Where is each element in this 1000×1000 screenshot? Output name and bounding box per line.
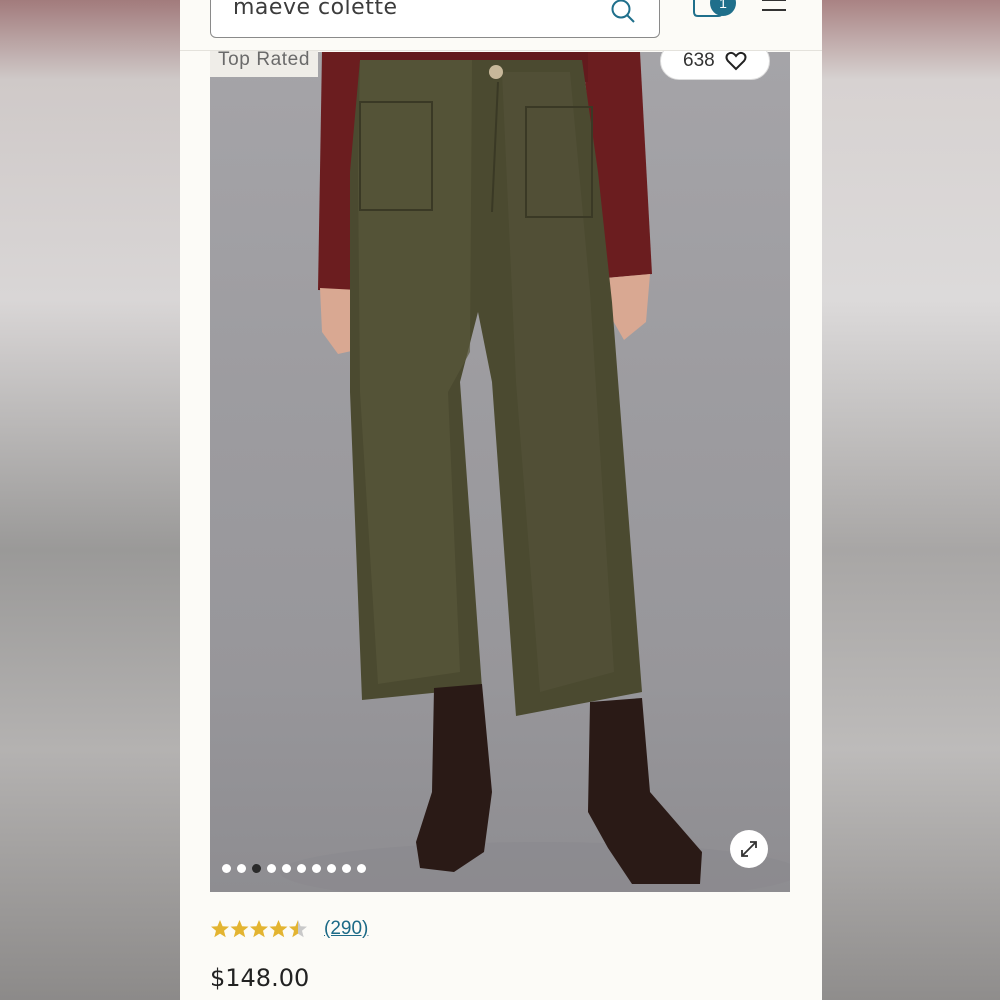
- carousel-dot[interactable]: [222, 864, 231, 873]
- star-icon: [250, 920, 268, 938]
- star-rating: [211, 920, 307, 938]
- background-left: [0, 0, 180, 1000]
- star-icon: [211, 920, 229, 938]
- product-photo: [280, 52, 790, 892]
- carousel-dot[interactable]: [327, 864, 336, 873]
- star-icon: [269, 920, 288, 938]
- carousel-dot[interactable]: [282, 864, 291, 873]
- carousel-dot[interactable]: [267, 864, 276, 873]
- product-price: $148.00: [210, 964, 310, 992]
- search-input-value: maeve colette: [233, 0, 398, 20]
- reviews-link[interactable]: (290): [324, 918, 368, 940]
- mobile-page: maeve colette 1 Top Rated 638 (290) $148…: [180, 0, 822, 1000]
- carousel-dot[interactable]: [237, 864, 246, 873]
- menu-icon[interactable]: [762, 0, 786, 14]
- carousel-dot[interactable]: [312, 864, 321, 873]
- background-right: [822, 0, 1000, 1000]
- image-carousel-dots[interactable]: [222, 864, 366, 873]
- star-icon: [230, 920, 249, 938]
- carousel-dot[interactable]: [297, 864, 306, 873]
- expand-icon: [741, 841, 757, 857]
- product-image[interactable]: [210, 52, 790, 892]
- product-rating: (290): [210, 918, 368, 940]
- favorite-count: 638: [683, 50, 715, 71]
- carousel-dot[interactable]: [357, 864, 366, 873]
- expand-image-button[interactable]: [730, 830, 768, 868]
- star-icon: [289, 920, 307, 938]
- search-input[interactable]: maeve colette: [210, 0, 660, 38]
- search-icon[interactable]: [609, 0, 637, 25]
- carousel-dot[interactable]: [252, 864, 261, 873]
- site-header: maeve colette 1: [180, 0, 822, 51]
- carousel-dot[interactable]: [342, 864, 351, 873]
- heart-icon: [725, 51, 747, 71]
